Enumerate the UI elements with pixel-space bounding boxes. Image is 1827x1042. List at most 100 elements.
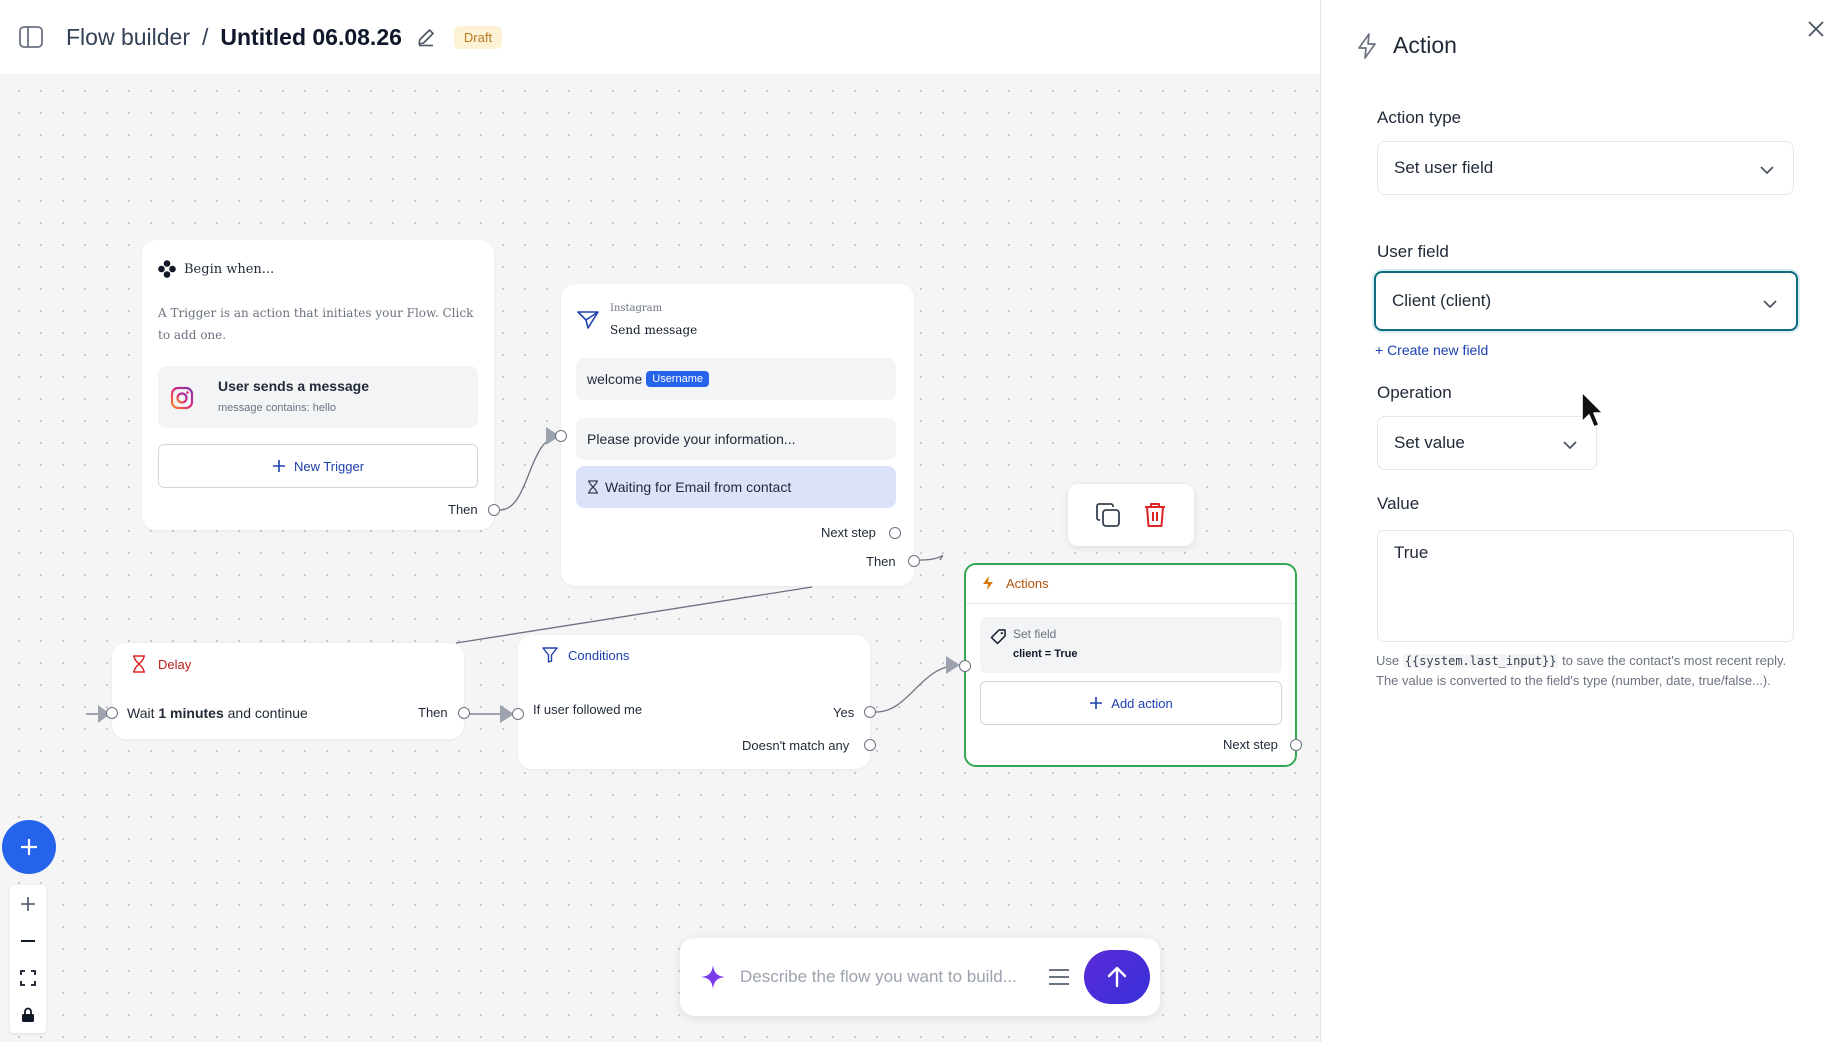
- filter-icon: [542, 647, 558, 663]
- actions-divider: [966, 603, 1295, 604]
- trigger-node[interactable]: Begin when... A Trigger is an action tha…: [142, 240, 500, 530]
- actions-next-step-port[interactable]: [1290, 739, 1302, 751]
- set-field-item[interactable]: Set field client = True: [980, 617, 1282, 673]
- send-next-step-label: Next step: [821, 525, 876, 540]
- instagram-icon: [170, 386, 194, 415]
- menu-icon[interactable]: [1048, 968, 1070, 986]
- trigger-diamond-icon: [158, 260, 176, 278]
- send-node-channel: Instagram: [610, 303, 663, 314]
- minus-icon: [21, 939, 35, 942]
- fit-view-button[interactable]: [10, 959, 46, 996]
- conditions-node-title: Conditions: [568, 647, 630, 663]
- trigger-description: A Trigger is an action that initiates yo…: [158, 306, 474, 342]
- zoom-controls: [10, 885, 46, 1033]
- help-prefix: Use: [1376, 653, 1400, 668]
- pencil-icon[interactable]: [416, 27, 436, 47]
- add-action-button[interactable]: Add action: [980, 681, 1282, 725]
- set-field-label: Set field: [1013, 627, 1057, 641]
- plus-icon: [21, 896, 35, 911]
- condition-no-match-label: Doesn't match any: [742, 738, 850, 753]
- ai-send-button[interactable]: [1084, 950, 1150, 1004]
- value-textarea[interactable]: True: [1377, 530, 1794, 642]
- message-welcome[interactable]: welcome Username: [576, 358, 896, 400]
- add-action-label: Add action: [1111, 695, 1173, 711]
- delay-then-label: Then: [418, 705, 448, 720]
- trigger-item[interactable]: User sends a message message contains: h…: [158, 366, 478, 428]
- trash-icon[interactable]: [1143, 502, 1167, 528]
- send-then-port[interactable]: [908, 555, 920, 567]
- trigger-node-header: Begin when...: [158, 260, 274, 278]
- delay-input-port[interactable]: [106, 707, 118, 719]
- username-variable-chip: Username: [646, 371, 709, 387]
- waiting-for-email[interactable]: Waiting for Email from contact: [576, 466, 896, 508]
- value-text: True: [1394, 543, 1429, 562]
- conditions-input-port[interactable]: [512, 708, 524, 720]
- plus-icon: [272, 459, 286, 473]
- condition-text: If user followed me: [533, 702, 643, 717]
- trigger-item-title: User sends a message: [218, 378, 369, 394]
- trigger-item-subtitle: message contains: hello: [218, 402, 337, 414]
- trigger-node-title: Begin when...: [184, 261, 275, 277]
- action-panel: Action Action type Set user field User f…: [1320, 0, 1827, 1042]
- tag-icon: [990, 629, 1006, 650]
- operation-label: Operation: [1377, 383, 1452, 402]
- operation-select[interactable]: Set value: [1377, 416, 1597, 470]
- action-type-select[interactable]: Set user field: [1377, 141, 1794, 195]
- top-bar: Flow builder / Untitled 06.08.26 Draft: [0, 0, 1320, 74]
- panel-title: Action: [1393, 32, 1457, 58]
- panel-header: Action: [1357, 32, 1457, 59]
- help-code: {{system.last_input}}: [1402, 654, 1559, 668]
- delay-node-title: Delay: [158, 656, 192, 672]
- create-new-field-link[interactable]: + Create new field: [1375, 342, 1488, 358]
- message-text: welcome: [587, 371, 643, 387]
- actions-input-port[interactable]: [959, 660, 971, 672]
- delay-node[interactable]: Delay Wait 1 minutes and continue Then: [106, 643, 470, 739]
- actions-next-step-label: Next step: [1223, 737, 1278, 752]
- close-icon[interactable]: [1807, 20, 1825, 38]
- lightning-icon: [982, 575, 994, 591]
- conditions-node[interactable]: Conditions If user followed me Yes Doesn…: [512, 635, 876, 769]
- condition-no-match-port[interactable]: [864, 739, 876, 751]
- delay-then-port[interactable]: [458, 707, 470, 719]
- plus-icon: [1089, 696, 1103, 710]
- plus-icon: [21, 839, 37, 855]
- condition-yes-label: Yes: [833, 705, 855, 720]
- condition-yes-port[interactable]: [864, 706, 876, 718]
- node-toolbar: [1068, 484, 1194, 546]
- chevron-down-icon: [1562, 435, 1578, 455]
- sidebar-toggle-icon[interactable]: [18, 24, 44, 50]
- new-trigger-button[interactable]: New Trigger: [158, 444, 478, 488]
- chevron-down-icon: [1762, 294, 1778, 314]
- arrow-up-icon: [1107, 966, 1127, 988]
- action-type-value: Set user field: [1394, 158, 1494, 177]
- delay-body: Wait 1 minutes and continue: [127, 705, 308, 721]
- status-badge: Draft: [453, 25, 503, 49]
- zoom-out-button[interactable]: [10, 922, 46, 959]
- delay-prefix: Wait: [127, 705, 155, 721]
- prompt-text: Please provide your information...: [587, 431, 796, 447]
- send-input-port[interactable]: [555, 430, 567, 442]
- ai-prompt-bar: Describe the flow you want to build...: [680, 938, 1160, 1016]
- actions-node[interactable]: Actions Set field client = True Add acti…: [959, 563, 1302, 767]
- flow-title[interactable]: Untitled 06.08.26: [220, 24, 402, 51]
- set-field-value: client = True: [1013, 648, 1078, 660]
- breadcrumb-flow-builder[interactable]: Flow builder: [66, 24, 190, 51]
- send-node-title: Send message: [610, 323, 698, 337]
- lock-button[interactable]: [10, 996, 46, 1033]
- send-plane-icon: [577, 310, 599, 335]
- fullscreen-icon: [20, 969, 36, 986]
- user-field-select[interactable]: Client (client): [1374, 271, 1798, 331]
- trigger-then-port[interactable]: [488, 504, 500, 516]
- delay-node-header: Delay: [132, 655, 191, 673]
- send-next-step-port[interactable]: [889, 527, 901, 539]
- message-prompt[interactable]: Please provide your information...: [576, 418, 896, 460]
- zoom-in-button[interactable]: [10, 885, 46, 922]
- chevron-down-icon: [1759, 160, 1775, 180]
- add-node-button[interactable]: [2, 820, 56, 874]
- lightning-icon: [1357, 32, 1377, 59]
- hourglass-icon: [587, 480, 599, 494]
- ai-prompt-input[interactable]: Describe the flow you want to build...: [740, 967, 1040, 987]
- new-trigger-label: New Trigger: [293, 458, 365, 474]
- send-message-node[interactable]: Instagram Send message welcome Username …: [555, 284, 920, 586]
- duplicate-icon[interactable]: [1095, 502, 1121, 528]
